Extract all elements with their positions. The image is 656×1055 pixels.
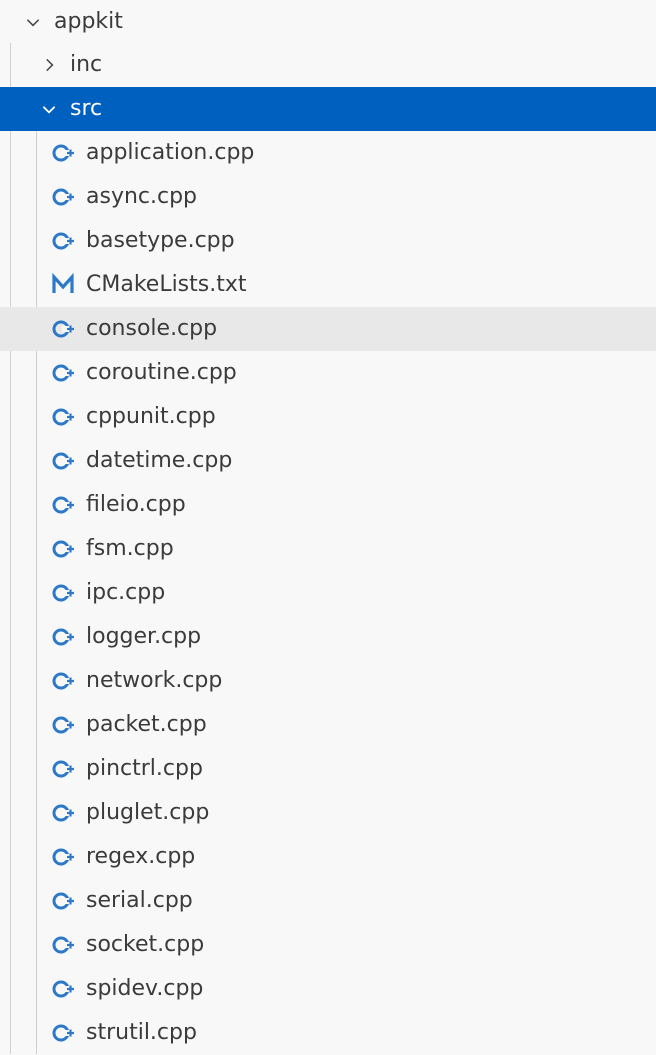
cpp-file-icon [50, 888, 76, 914]
file-label: application.cpp [86, 140, 255, 165]
file-label: cppunit.cpp [86, 404, 216, 429]
tree-file-row[interactable]: serial.cpp [0, 879, 656, 923]
tree-folder-inc[interactable]: inc [0, 43, 656, 87]
cpp-file-icon [50, 492, 76, 518]
tree-file-row[interactable]: ipc.cpp [0, 571, 656, 615]
folder-label-appkit: appkit [54, 9, 123, 34]
cpp-file-icon [50, 580, 76, 606]
tree-file-row[interactable]: packet.cpp [0, 703, 656, 747]
file-label: socket.cpp [86, 932, 205, 957]
cpp-file-icon [50, 624, 76, 650]
file-label: spidev.cpp [86, 976, 204, 1001]
file-label: pinctrl.cpp [86, 756, 203, 781]
cpp-file-icon [50, 712, 76, 738]
tree-file-row[interactable]: regex.cpp [0, 835, 656, 879]
cpp-file-icon [50, 448, 76, 474]
tree-file-row[interactable]: network.cpp [0, 659, 656, 703]
file-label: datetime.cpp [86, 448, 233, 473]
cmake-file-icon [50, 272, 76, 298]
tree-file-row[interactable]: datetime.cpp [0, 439, 656, 483]
tree-file-row[interactable]: pinctrl.cpp [0, 747, 656, 791]
file-label: console.cpp [86, 316, 218, 341]
file-label: pluglet.cpp [86, 800, 210, 825]
cpp-file-icon [50, 976, 76, 1002]
file-label: fileio.cpp [86, 492, 186, 517]
tree-file-row[interactable]: spidev.cpp [0, 967, 656, 1011]
cpp-file-icon [50, 800, 76, 826]
cpp-file-icon [50, 316, 76, 342]
tree-file-row[interactable]: cppunit.cpp [0, 395, 656, 439]
tree-file-row[interactable]: logger.cpp [0, 615, 656, 659]
tree-folder-src[interactable]: src [0, 87, 656, 131]
cpp-file-icon [50, 360, 76, 386]
chevron-right-icon [38, 54, 60, 76]
file-label: coroutine.cpp [86, 360, 237, 385]
tree-file-row[interactable]: console.cpp [0, 307, 656, 351]
cpp-file-icon [50, 932, 76, 958]
tree-file-row[interactable]: CMakeLists.txt [0, 263, 656, 307]
file-label: basetype.cpp [86, 228, 235, 253]
cpp-file-icon [50, 536, 76, 562]
cpp-file-icon [50, 140, 76, 166]
chevron-down-icon [22, 11, 44, 33]
cpp-file-icon [50, 404, 76, 430]
file-label: CMakeLists.txt [86, 272, 247, 297]
tree-file-row[interactable]: strutil.cpp [0, 1011, 656, 1055]
tree-file-row[interactable]: basetype.cpp [0, 219, 656, 263]
file-label: packet.cpp [86, 712, 207, 737]
file-label: network.cpp [86, 668, 223, 693]
folder-label-inc: inc [70, 52, 103, 77]
cpp-file-icon [50, 184, 76, 210]
folder-label-src: src [70, 96, 103, 121]
tree-file-row[interactable]: async.cpp [0, 175, 656, 219]
tree-file-row[interactable]: application.cpp [0, 131, 656, 175]
tree-file-row[interactable]: fileio.cpp [0, 483, 656, 527]
tree-file-row[interactable]: coroutine.cpp [0, 351, 656, 395]
cpp-file-icon [50, 228, 76, 254]
file-label: fsm.cpp [86, 536, 174, 561]
tree-file-row[interactable]: fsm.cpp [0, 527, 656, 571]
tree-file-row[interactable]: pluglet.cpp [0, 791, 656, 835]
file-label: serial.cpp [86, 888, 193, 913]
cpp-file-icon [50, 668, 76, 694]
cpp-file-icon [50, 844, 76, 870]
file-explorer-tree: appkit inc src application.cpp async.cpp b… [0, 0, 656, 1054]
file-label: ipc.cpp [86, 580, 166, 605]
file-label: logger.cpp [86, 624, 202, 649]
file-label: strutil.cpp [86, 1020, 197, 1045]
tree-file-row[interactable]: socket.cpp [0, 923, 656, 967]
cpp-file-icon [50, 756, 76, 782]
file-label: async.cpp [86, 184, 198, 209]
tree-folder-appkit[interactable]: appkit [0, 0, 656, 44]
cpp-file-icon [50, 1020, 76, 1046]
chevron-down-icon [38, 98, 60, 120]
file-label: regex.cpp [86, 844, 196, 869]
